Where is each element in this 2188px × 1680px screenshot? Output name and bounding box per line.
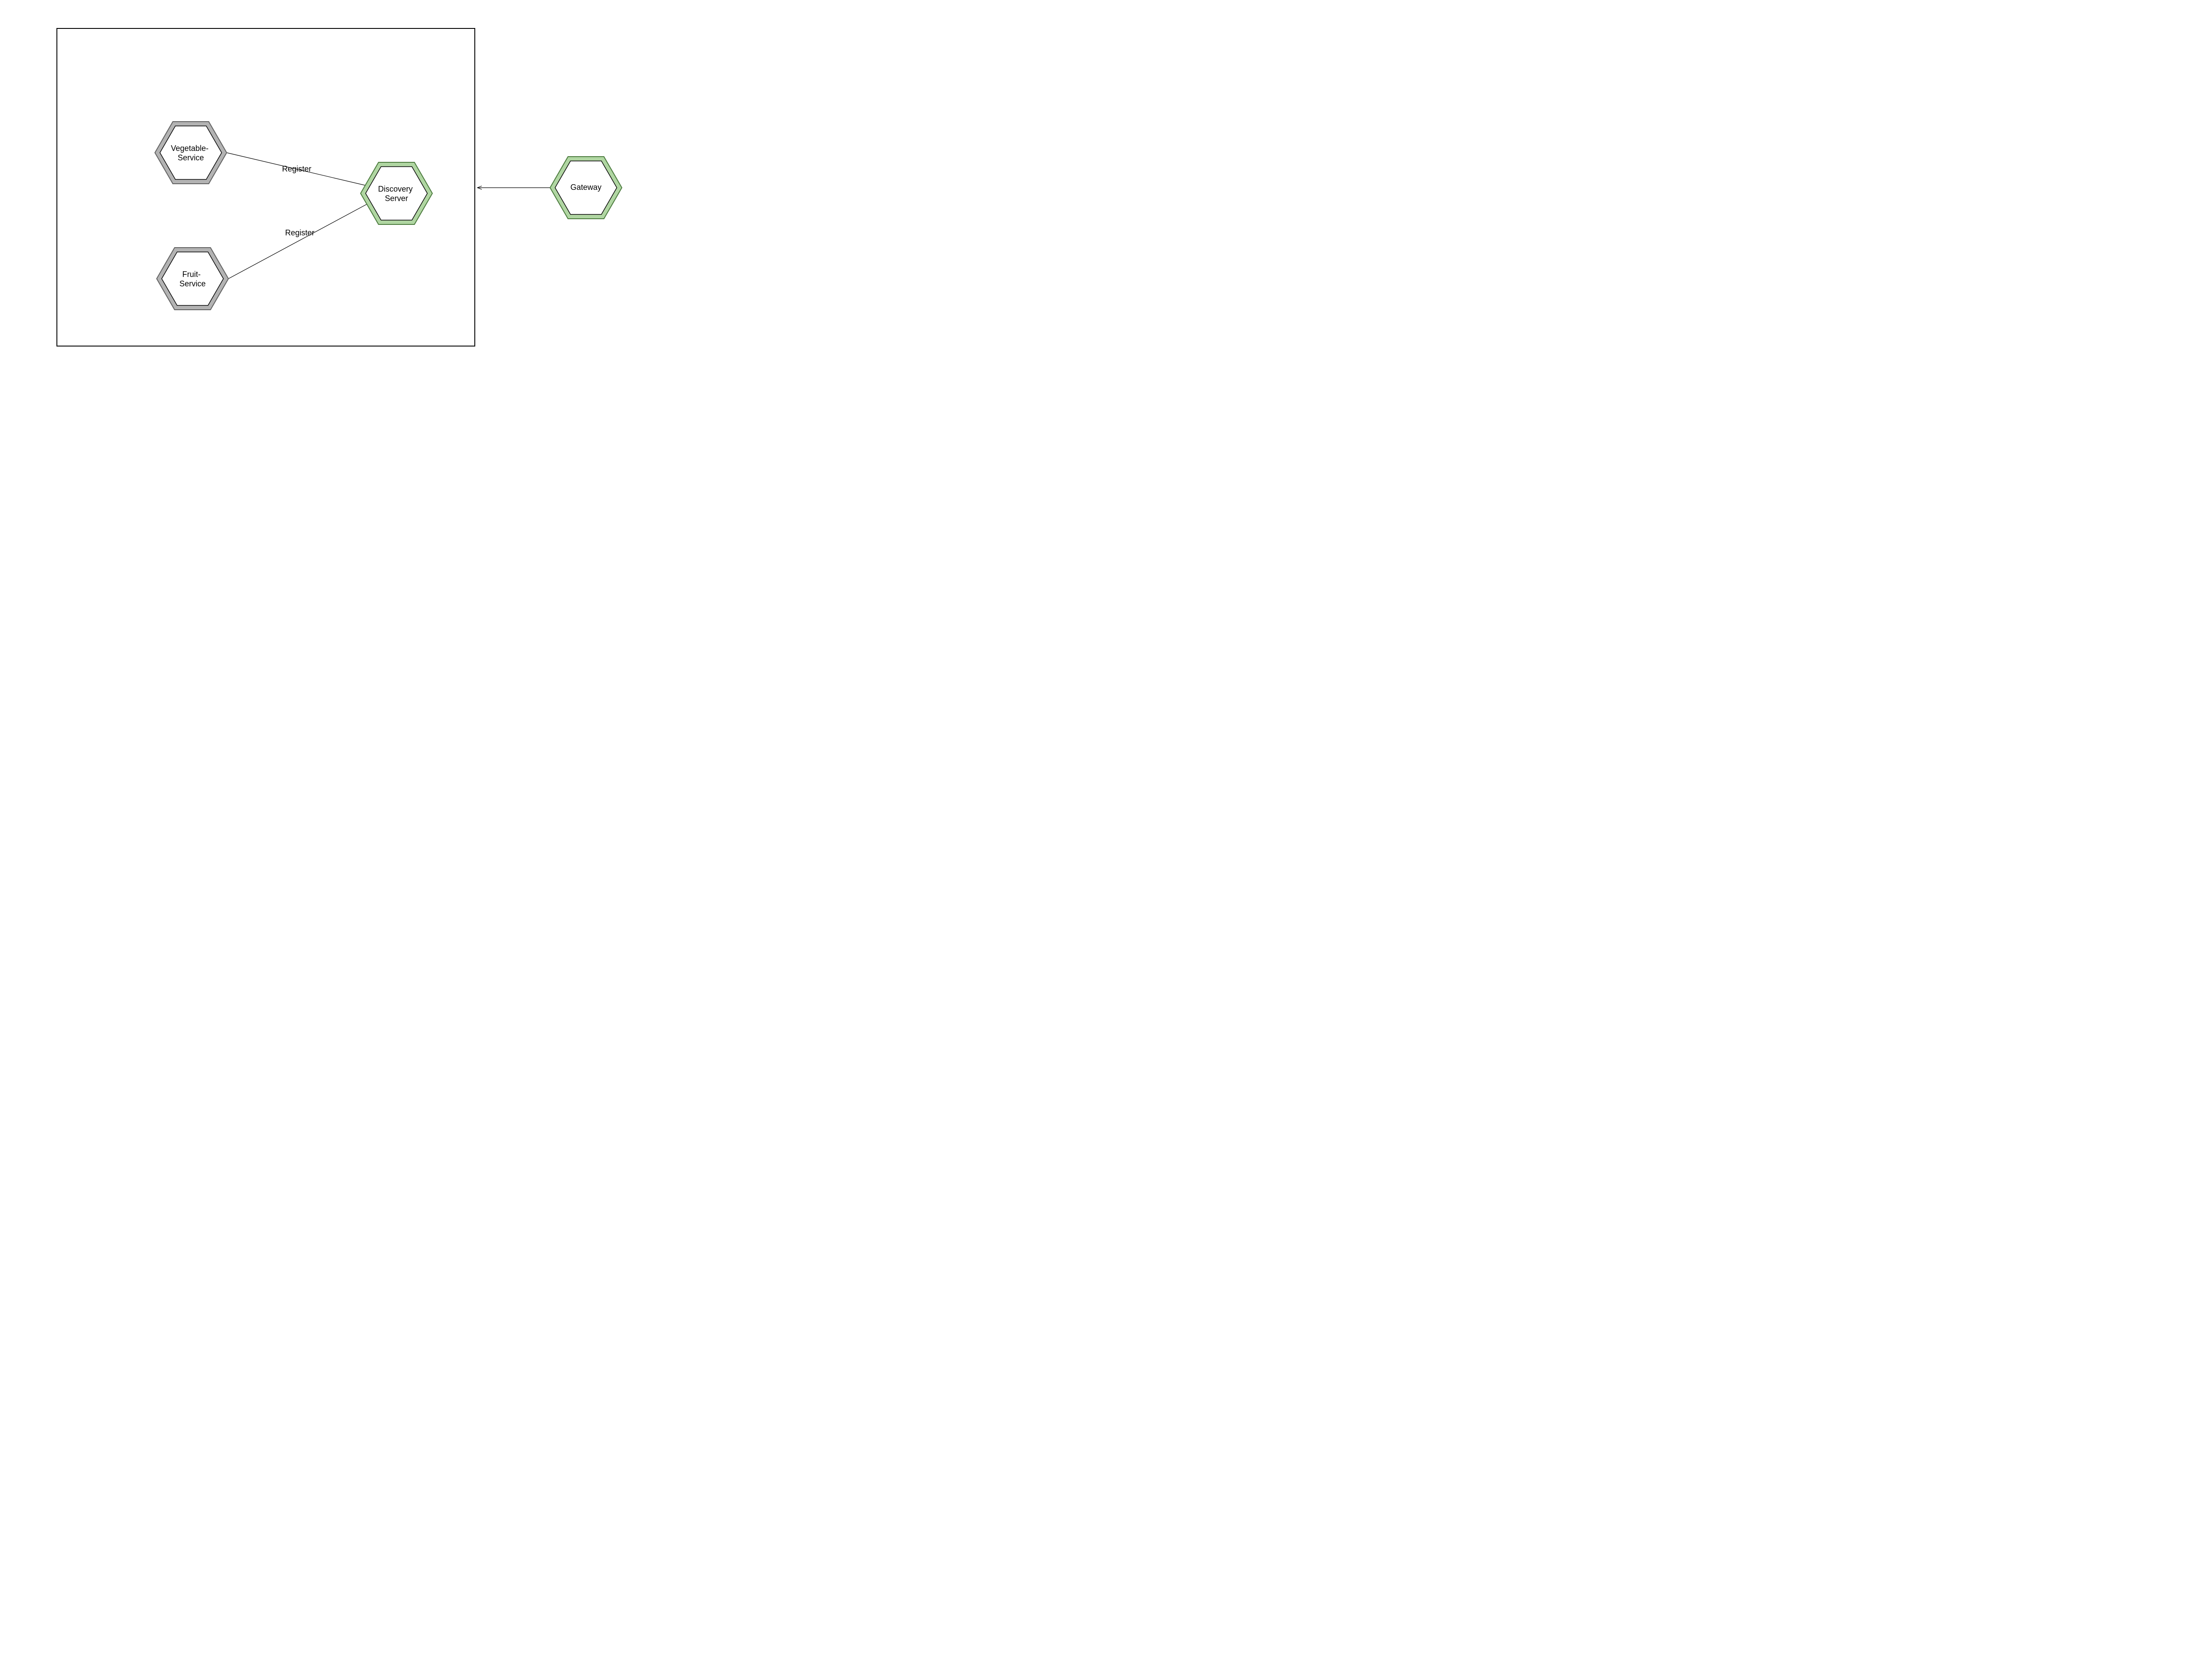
edge-vegetable-to-discovery: Register	[227, 153, 377, 188]
node-fruit-label-2: Service	[179, 279, 206, 288]
edge-fruit-to-discovery: Register	[228, 199, 377, 279]
node-discovery-label-1: Discovery	[378, 185, 413, 193]
node-discovery-label-2: Server	[385, 194, 408, 203]
node-fruit-label-1: Fruit-	[182, 270, 200, 279]
node-gateway: Gateway	[550, 157, 622, 219]
node-vegetable-label-2: Service	[178, 153, 204, 162]
node-discovery-server: Discovery Server	[361, 162, 432, 224]
node-vegetable-service: Vegetable- Service	[155, 122, 227, 184]
node-gateway-label-1: Gateway	[570, 183, 601, 192]
edge-label-register-1: Register	[282, 164, 311, 173]
node-fruit-service: Fruit- Service	[157, 248, 228, 310]
architecture-diagram: Register Register Vegetable- Service Fru…	[0, 0, 656, 372]
svg-text:Gateway: Gateway	[570, 183, 601, 192]
node-vegetable-label-1: Vegetable-	[171, 144, 208, 153]
edge-label-register-2: Register	[285, 228, 314, 237]
svg-text:Fruit- Service: Fruit- Service	[179, 270, 206, 288]
